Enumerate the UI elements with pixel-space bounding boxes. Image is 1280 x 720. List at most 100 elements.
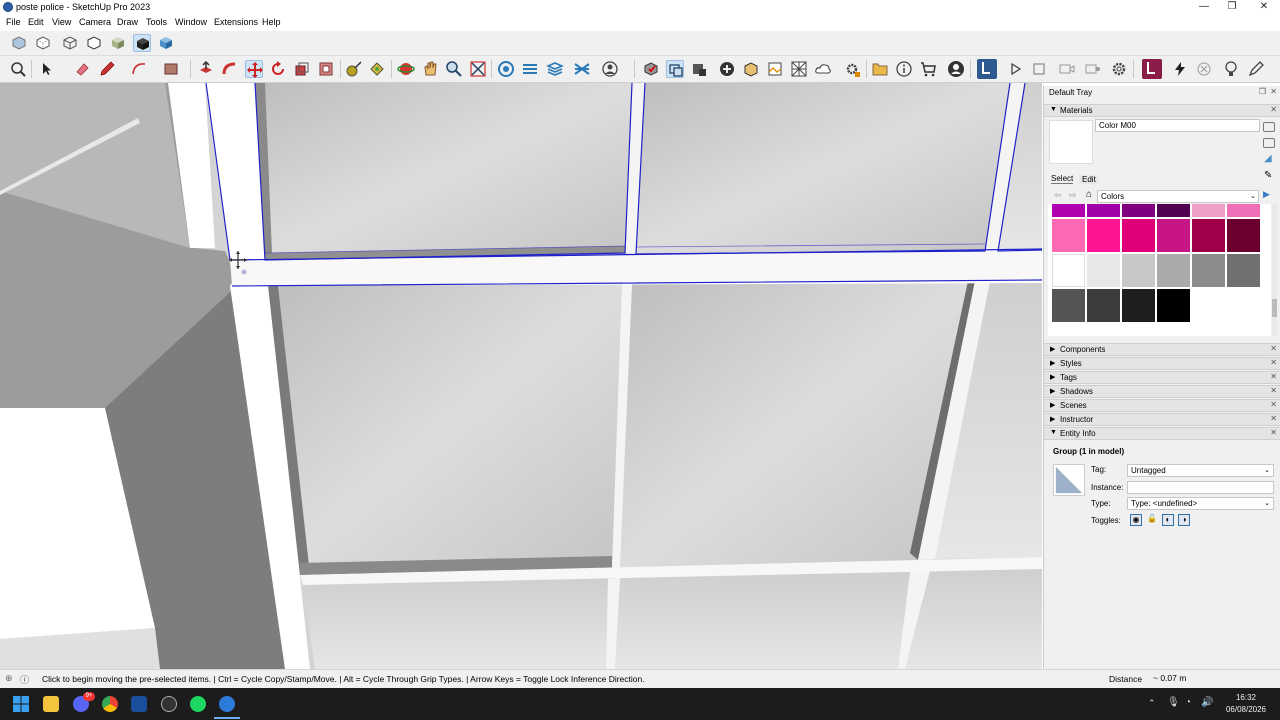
- color-swatch[interactable]: [1087, 204, 1120, 217]
- sandbox-icon[interactable]: [497, 60, 515, 78]
- color-swatch[interactable]: [1157, 254, 1190, 287]
- paint-bucket-icon[interactable]: [368, 60, 386, 78]
- geo-location-icon[interactable]: ⊕: [5, 673, 13, 684]
- swatch-scrollbar[interactable]: [1272, 204, 1277, 336]
- network-icon[interactable]: ◔: [1185, 697, 1191, 708]
- rectangle-icon[interactable]: [162, 60, 180, 78]
- panel-close-icon[interactable]: ✕: [1270, 344, 1277, 353]
- cart-icon[interactable]: [919, 60, 937, 78]
- color-swatch[interactable]: [1122, 204, 1155, 217]
- microphone-icon[interactable]: 🎙: [1167, 697, 1180, 708]
- tab-select[interactable]: Select: [1051, 174, 1074, 184]
- panel-close-icon[interactable]: ✕: [1270, 372, 1277, 381]
- panel-header-entity-info[interactable]: ▼ Entity Info ✕: [1044, 427, 1280, 440]
- settings-icon[interactable]: [843, 60, 861, 78]
- tray-overflow-icon[interactable]: ⌃: [1148, 698, 1156, 709]
- zoom-extents-icon[interactable]: [9, 60, 27, 78]
- color-swatch[interactable]: [1157, 219, 1190, 252]
- eyedropper-icon[interactable]: ✎: [1264, 170, 1272, 181]
- plugin-icon[interactable]: [1142, 59, 1162, 79]
- menu-file[interactable]: File: [6, 17, 21, 27]
- start-icon[interactable]: [13, 696, 29, 712]
- tab-edit[interactable]: Edit: [1079, 175, 1099, 184]
- panel-header-components[interactable]: ▶ Components ✕: [1044, 343, 1280, 356]
- panel-header-instructor[interactable]: ▶ Instructor ✕: [1044, 413, 1280, 426]
- pan-icon[interactable]: [421, 60, 439, 78]
- color-swatch[interactable]: [1087, 219, 1120, 252]
- model-viewport[interactable]: [0, 83, 1042, 669]
- camera-icon[interactable]: [690, 60, 708, 78]
- color-swatch[interactable]: [1122, 289, 1155, 322]
- texture-icon[interactable]: [790, 60, 808, 78]
- color-swatch[interactable]: [1052, 289, 1085, 322]
- color-swatch[interactable]: [1192, 204, 1225, 217]
- color-swatch[interactable]: [1122, 219, 1155, 252]
- record-icon[interactable]: [1084, 60, 1102, 78]
- pen-icon[interactable]: [1247, 60, 1265, 78]
- panel-close-icon[interactable]: ✕: [1270, 428, 1277, 437]
- sketchup-icon[interactable]: [219, 696, 235, 712]
- panel-close-icon[interactable]: ✕: [1270, 400, 1277, 409]
- panel-header-tags[interactable]: ▶ Tags ✕: [1044, 371, 1280, 384]
- forward-icon[interactable]: ⇨: [1069, 190, 1077, 201]
- panel-close-icon[interactable]: ✕: [1270, 105, 1277, 114]
- color-swatch[interactable]: [1157, 204, 1190, 217]
- menu-window[interactable]: Window: [175, 17, 207, 27]
- panel-header-shadows[interactable]: ▶ Shadows ✕: [1044, 385, 1280, 398]
- color-swatch[interactable]: [1052, 254, 1085, 287]
- panel-close-icon[interactable]: ✕: [1270, 386, 1277, 395]
- monochrome-icon[interactable]: [157, 34, 175, 52]
- file-explorer-icon[interactable]: [43, 696, 59, 712]
- select-icon[interactable]: [37, 60, 55, 78]
- tag-select[interactable]: Untagged ⌄: [1127, 464, 1274, 477]
- color-swatch[interactable]: [1087, 289, 1120, 322]
- menu-camera[interactable]: Camera: [79, 17, 111, 27]
- orbit-icon[interactable]: [397, 60, 415, 78]
- bulb-icon[interactable]: [1222, 60, 1240, 78]
- geo-icon[interactable]: [742, 60, 760, 78]
- cloud-icon[interactable]: [814, 60, 832, 78]
- panel-header-scenes[interactable]: ▶ Scenes ✕: [1044, 399, 1280, 412]
- eraser-icon[interactable]: [73, 60, 91, 78]
- library-select[interactable]: Colors ⌄: [1097, 190, 1259, 203]
- gear-icon[interactable]: [1110, 60, 1128, 78]
- color-swatch[interactable]: [1052, 204, 1085, 217]
- color-swatch[interactable]: [1192, 254, 1225, 287]
- instructor-icon[interactable]: ⓘ: [20, 673, 29, 686]
- close-circle-icon[interactable]: [1195, 60, 1213, 78]
- extension-icon[interactable]: [871, 60, 889, 78]
- materials-panel-header[interactable]: ▼ Materials ✕: [1044, 104, 1280, 117]
- pencil-icon[interactable]: [98, 60, 116, 78]
- type-select[interactable]: Type: <undefined> ⌄: [1127, 497, 1274, 510]
- zoom-window-icon[interactable]: [469, 60, 487, 78]
- menu-tools[interactable]: Tools: [146, 17, 167, 27]
- account-icon[interactable]: [601, 60, 619, 78]
- follow-me-icon[interactable]: [221, 60, 239, 78]
- color-swatch[interactable]: [1227, 204, 1260, 217]
- volume-icon[interactable]: 🔊: [1201, 697, 1213, 708]
- create-material-icon[interactable]: [1263, 122, 1275, 132]
- shaded-textures-icon[interactable]: [133, 34, 151, 52]
- model-info-icon[interactable]: [573, 60, 591, 78]
- tray-close-icon[interactable]: ✕: [1270, 87, 1277, 96]
- extension-warehouse-icon[interactable]: [546, 60, 564, 78]
- menu-draw[interactable]: Draw: [117, 17, 138, 27]
- lock-toggle-icon[interactable]: 🔓: [1146, 514, 1158, 526]
- shaded-icon[interactable]: [109, 34, 127, 52]
- spotify-icon[interactable]: [190, 696, 206, 712]
- receive-shadows-toggle-icon[interactable]: ◑: [1178, 514, 1190, 526]
- menu-edit[interactable]: Edit: [28, 17, 44, 27]
- photo-match-icon[interactable]: [766, 60, 784, 78]
- back-icon[interactable]: ⇦: [1054, 190, 1062, 201]
- info-icon[interactable]: [895, 60, 913, 78]
- layout-icon[interactable]: [642, 60, 660, 78]
- clock-date[interactable]: 06/08/2026: [1222, 705, 1270, 714]
- clock-time[interactable]: 16:32: [1224, 693, 1268, 702]
- material-name-field[interactable]: Color M00: [1095, 119, 1260, 132]
- zoom-icon[interactable]: [445, 60, 463, 78]
- profile-builder-icon[interactable]: [977, 59, 997, 79]
- sample-paint-icon[interactable]: ◢: [1264, 153, 1272, 164]
- xray-icon[interactable]: [10, 34, 28, 52]
- color-swatch[interactable]: [1087, 254, 1120, 287]
- menu-extensions[interactable]: Extensions: [214, 17, 258, 27]
